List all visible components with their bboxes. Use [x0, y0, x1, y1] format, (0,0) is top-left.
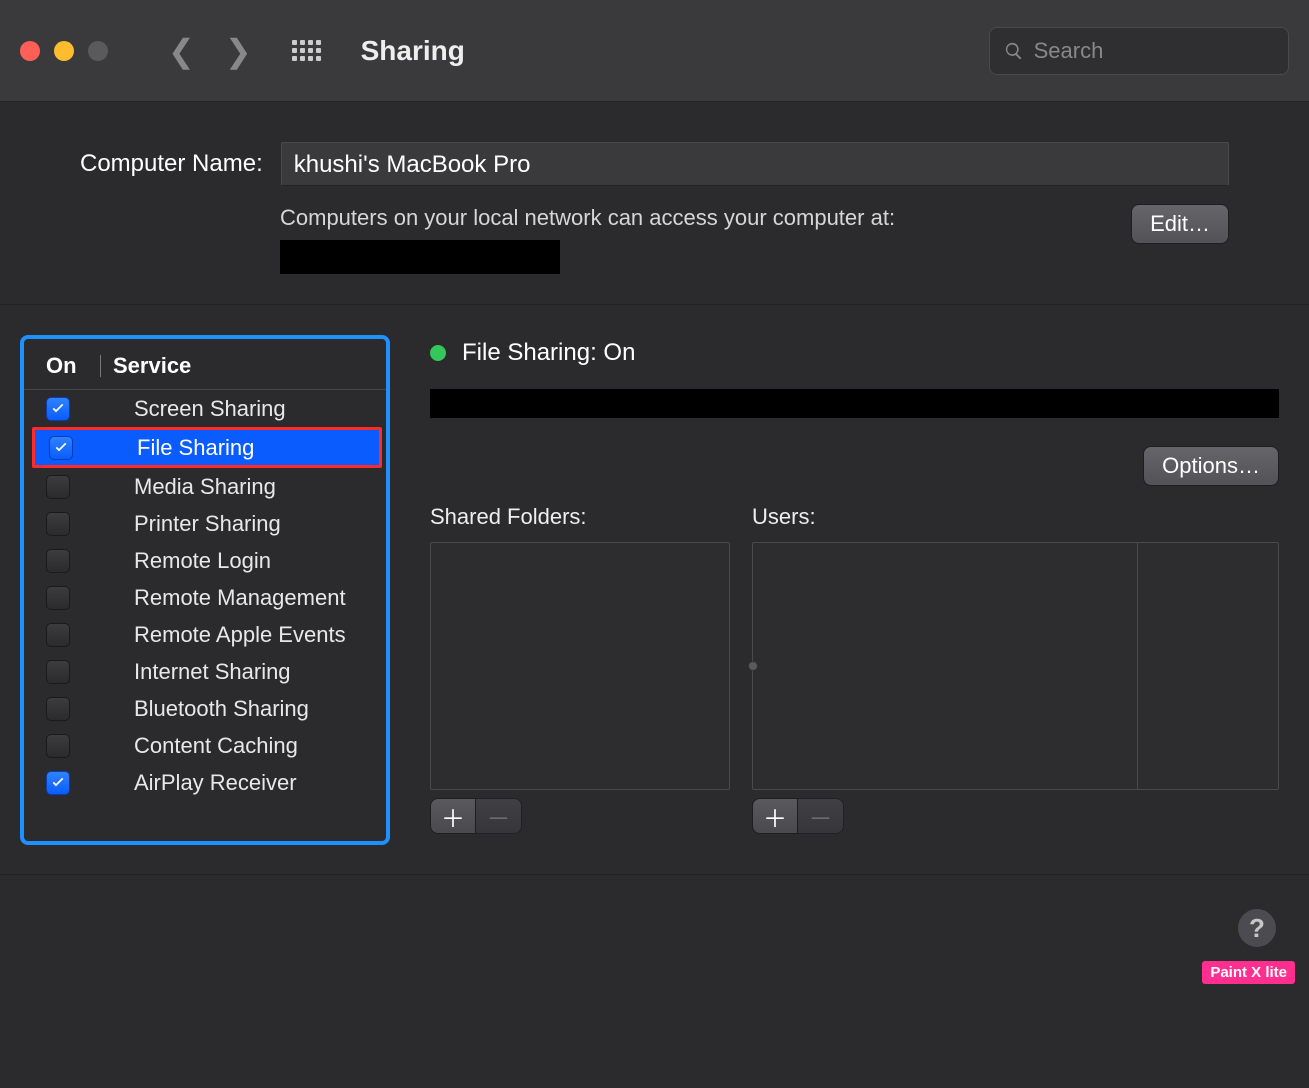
- services-list: Screen Sharing File Sharing Media Sharing P…: [24, 390, 386, 801]
- edit-button[interactable]: Edit…: [1131, 204, 1229, 244]
- service-label: Screen Sharing: [134, 396, 286, 422]
- status-text: File Sharing: On: [462, 339, 635, 367]
- service-label: AirPlay Receiver: [134, 770, 297, 796]
- close-window-button[interactable]: [20, 41, 40, 61]
- computer-name-label: Computer Name:: [80, 150, 263, 178]
- forward-button[interactable]: ❯: [225, 32, 252, 70]
- users-list[interactable]: [752, 542, 1279, 790]
- computer-name-field[interactable]: khushi's MacBook Pro: [281, 142, 1229, 186]
- help-button[interactable]: ?: [1237, 908, 1277, 948]
- watermark-badge: Paint X lite: [1202, 961, 1295, 984]
- service-checkbox[interactable]: [49, 436, 73, 460]
- service-row[interactable]: Remote Management: [24, 579, 386, 616]
- service-row[interactable]: Internet Sharing: [24, 653, 386, 690]
- service-label: File Sharing: [137, 435, 254, 461]
- add-shared-folder-button[interactable]: ＋: [430, 798, 476, 834]
- add-user-button[interactable]: ＋: [752, 798, 798, 834]
- service-checkbox[interactable]: [46, 697, 70, 721]
- service-detail-panel: File Sharing: On Options… Shared Folders…: [430, 335, 1279, 834]
- service-checkbox[interactable]: [46, 549, 70, 573]
- service-row[interactable]: Remote Apple Events: [24, 616, 386, 653]
- header-service: Service: [113, 353, 191, 379]
- service-label: Content Caching: [134, 733, 298, 759]
- search-input[interactable]: [1034, 38, 1274, 64]
- shared-folders-list[interactable]: [430, 542, 730, 790]
- service-checkbox[interactable]: [46, 660, 70, 684]
- back-button[interactable]: ❮: [168, 32, 195, 70]
- nav-arrows: ❮ ❯: [168, 32, 252, 70]
- service-label: Internet Sharing: [134, 659, 291, 685]
- services-header: On Service: [24, 339, 386, 390]
- service-row[interactable]: Content Caching: [24, 727, 386, 764]
- address-redacted: [280, 240, 560, 274]
- service-checkbox[interactable]: [46, 475, 70, 499]
- split-drag-handle[interactable]: [748, 661, 758, 671]
- header-on: On: [46, 353, 100, 379]
- service-label: Remote Management: [134, 585, 346, 611]
- service-label: Media Sharing: [134, 474, 276, 500]
- service-checkbox[interactable]: [46, 586, 70, 610]
- service-checkbox[interactable]: [46, 397, 70, 421]
- show-all-prefs-button[interactable]: [292, 40, 321, 61]
- service-checkbox[interactable]: [46, 623, 70, 647]
- titlebar: ❮ ❯ Sharing: [0, 0, 1309, 102]
- service-label: Printer Sharing: [134, 511, 281, 537]
- service-row[interactable]: Media Sharing: [24, 468, 386, 505]
- status-indicator-icon: [430, 345, 446, 361]
- services-panel: On Service Screen Sharing File Sharing Med…: [20, 335, 390, 845]
- service-checkbox[interactable]: [46, 512, 70, 536]
- service-checkbox[interactable]: [46, 771, 70, 795]
- zoom-window-button[interactable]: [88, 41, 108, 61]
- service-row[interactable]: File Sharing: [32, 427, 382, 468]
- shared-folders-label: Shared Folders:: [430, 504, 730, 530]
- service-row[interactable]: Screen Sharing: [24, 390, 386, 427]
- service-row[interactable]: Bluetooth Sharing: [24, 690, 386, 727]
- service-row[interactable]: Printer Sharing: [24, 505, 386, 542]
- page-title: Sharing: [361, 35, 465, 67]
- status-row: File Sharing: On: [430, 339, 1279, 367]
- minimize-window-button[interactable]: [54, 41, 74, 61]
- service-row[interactable]: AirPlay Receiver: [24, 764, 386, 801]
- search-icon: [1004, 40, 1024, 62]
- service-row[interactable]: Remote Login: [24, 542, 386, 579]
- service-label: Remote Apple Events: [134, 622, 346, 648]
- detail-redacted: [430, 389, 1279, 418]
- header-divider: [100, 355, 101, 377]
- options-button[interactable]: Options…: [1143, 446, 1279, 486]
- service-label: Remote Login: [134, 548, 271, 574]
- computer-name-subtext: Computers on your local network can acce…: [280, 202, 1131, 234]
- users-label: Users:: [752, 504, 1279, 530]
- main-content: On Service Screen Sharing File Sharing Med…: [0, 305, 1309, 875]
- service-checkbox[interactable]: [46, 734, 70, 758]
- search-field-wrap[interactable]: [989, 27, 1289, 75]
- window-controls: [20, 41, 108, 61]
- service-label: Bluetooth Sharing: [134, 696, 309, 722]
- remove-user-button[interactable]: －: [798, 798, 844, 834]
- remove-shared-folder-button[interactable]: －: [476, 798, 522, 834]
- computer-name-section: Computer Name: khushi's MacBook Pro Comp…: [0, 102, 1309, 305]
